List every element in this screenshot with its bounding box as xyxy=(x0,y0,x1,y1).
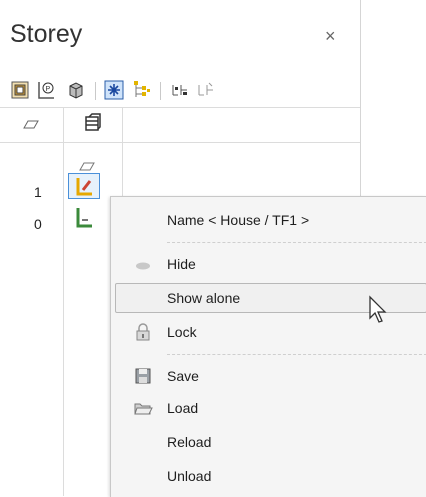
menu-header: Name < House / TF1 > xyxy=(111,205,426,235)
menu-item-load[interactable]: Load xyxy=(111,393,426,423)
svg-text:P: P xyxy=(46,86,51,93)
snowflake-icon[interactable] xyxy=(104,80,124,100)
storey-edit-icon[interactable] xyxy=(74,176,94,196)
panel-title: Storey xyxy=(10,20,83,48)
plane-icon xyxy=(20,118,40,132)
close-button[interactable]: × xyxy=(325,26,336,47)
menu-item-unload[interactable]: Unload xyxy=(111,461,426,491)
tree-icon[interactable] xyxy=(132,80,152,100)
menu-item-reload[interactable]: Reload xyxy=(111,427,426,457)
storey-row-number: 0 xyxy=(34,216,42,232)
cloud-icon xyxy=(133,254,153,274)
storey-row-number: 1 xyxy=(34,184,42,200)
folder-open-icon xyxy=(133,398,153,418)
lock-icon xyxy=(133,322,153,342)
save-icon xyxy=(133,366,153,386)
context-menu: Name < House / TF1 > Hide Show alone Loc… xyxy=(110,196,426,497)
menu-item-label: Show alone xyxy=(167,290,241,306)
mouse-pointer-icon xyxy=(367,294,391,326)
toolbar: P xyxy=(0,78,360,104)
menu-item-label: Save xyxy=(167,368,199,384)
menu-header-label: Name < House / TF1 > xyxy=(167,212,310,228)
menu-item-label: Reload xyxy=(167,434,212,450)
menu-item-save[interactable]: Save xyxy=(111,361,426,391)
structure-icon[interactable] xyxy=(10,80,30,100)
menu-item-label: Lock xyxy=(167,324,197,340)
cube-icon[interactable] xyxy=(66,80,86,100)
menu-item-label: Unload xyxy=(167,468,212,484)
plane-icon xyxy=(76,160,96,172)
storey-add-icon[interactable] xyxy=(170,80,190,100)
storey-level-icon[interactable] xyxy=(74,206,94,228)
menu-item-label: Load xyxy=(167,400,199,416)
layers-icon xyxy=(83,113,101,133)
menu-item-hide[interactable]: Hide xyxy=(111,249,426,279)
menu-item-label: Hide xyxy=(167,256,196,272)
parking-icon[interactable]: P xyxy=(36,80,56,100)
storey-remove-icon[interactable] xyxy=(196,80,216,100)
